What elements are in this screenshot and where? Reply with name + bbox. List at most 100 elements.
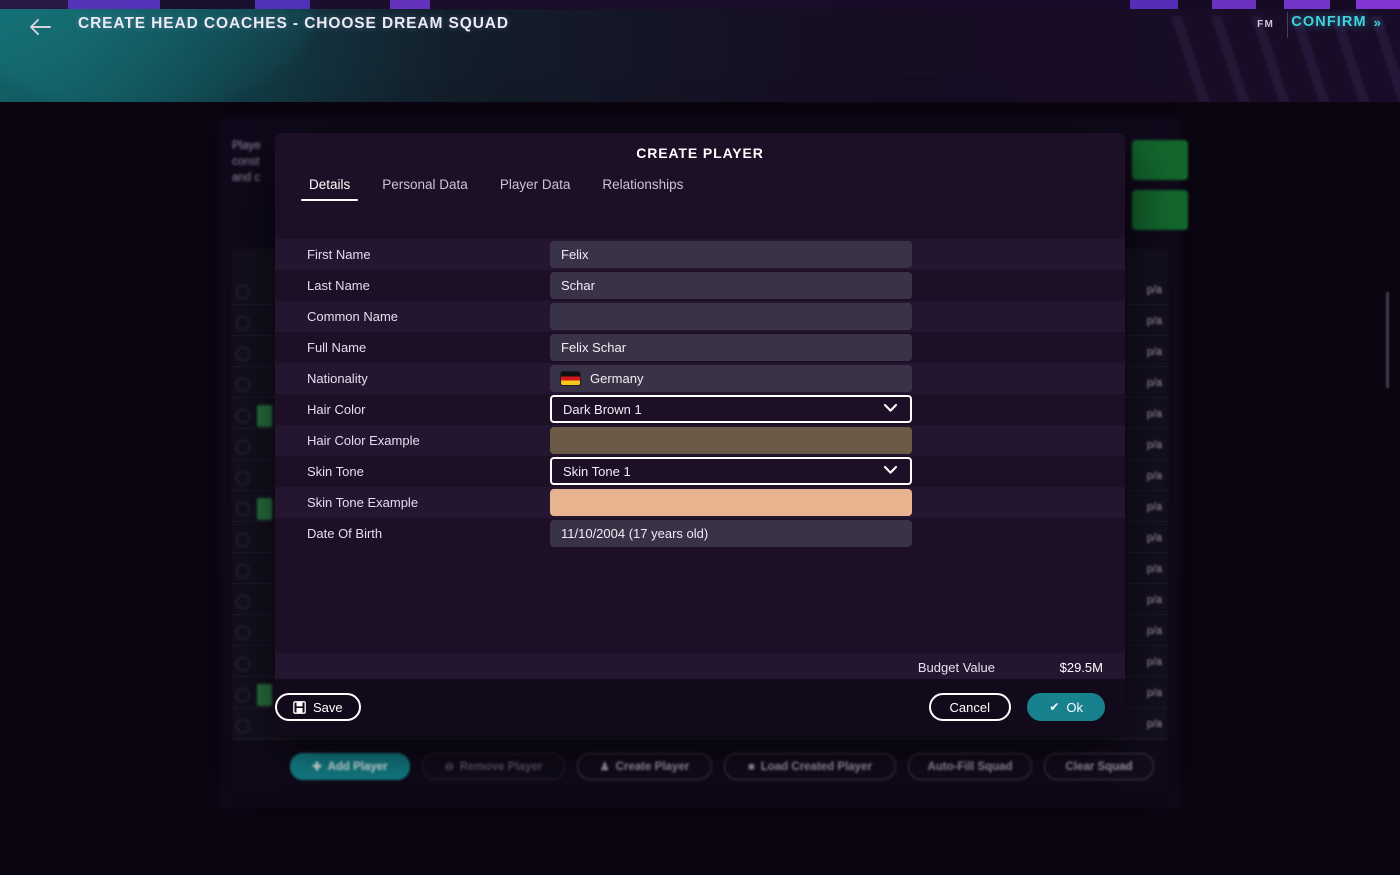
player-details-form: First Name Felix Last Name Schar Common Name… [275, 239, 1125, 549]
add-player-button[interactable]: ✚ Add Player [290, 753, 410, 780]
fm-logo: FM [1257, 19, 1274, 30]
form-row: Common Name [275, 301, 1125, 332]
row-status-icon [236, 719, 250, 733]
scrollbar-thumb[interactable] [1386, 292, 1389, 388]
table-cell-value: p/a [1146, 563, 1162, 575]
tab-player-data[interactable]: Player Data [484, 177, 587, 201]
minus-circle-icon: ⊖ [444, 761, 454, 773]
person-icon: ♟ [599, 761, 610, 773]
tab-label: Relationships [602, 177, 684, 192]
create-player-dialog: CREATE PLAYER Details Personal Data Player… [275, 133, 1125, 735]
germany-flag-icon [561, 372, 580, 385]
button-label: Clear Squad [1065, 760, 1133, 773]
dialog-tabs: Details Personal Data Player Data Relations… [275, 177, 1125, 209]
game-screen: CREATE HEAD COACHES - CHOOSE DREAM SQUAD… [0, 0, 1400, 875]
table-cell-value: p/a [1146, 346, 1162, 358]
field-value: Felix [561, 247, 589, 262]
table-cell-value: p/a [1146, 439, 1162, 451]
tab-label: Personal Data [382, 177, 468, 192]
budget-label: Budget Value [917, 659, 995, 675]
button-label: Remove Player [459, 760, 543, 773]
tab-label: Player Data [499, 177, 571, 192]
skin-tone-select[interactable]: Skin Tone 1 [550, 457, 912, 485]
auto-fill-squad-button[interactable]: Auto-Fill Squad [908, 753, 1032, 780]
hair-color-select[interactable]: Dark Brown 1 [550, 395, 912, 423]
save-label: Save [313, 699, 343, 715]
row-status-icon [236, 471, 250, 485]
load-created-player-button[interactable]: ■ Load Created Player [724, 753, 896, 780]
form-row: Hair Color Example [275, 425, 1125, 456]
check-icon: ✔ [1049, 700, 1060, 714]
nationality-field[interactable]: Germany [550, 365, 912, 392]
field-label: Skin Tone [307, 464, 364, 479]
budget-value: $29.5M [1059, 659, 1103, 675]
background-green-button [1132, 140, 1188, 180]
field-label: First Name [307, 247, 371, 262]
field-value: Germany [590, 371, 644, 386]
form-row: Skin Tone Example [275, 487, 1125, 518]
row-status-icon [236, 533, 250, 547]
banner-divider [1287, 12, 1288, 38]
date-of-birth-input[interactable]: 11/10/2004 (17 years old) [550, 520, 912, 547]
row-status-icon [236, 564, 250, 578]
dialog-title: CREATE PLAYER [636, 145, 764, 161]
hair-color-example-swatch [550, 427, 912, 454]
table-cell-value: p/a [1146, 656, 1162, 668]
save-button[interactable]: Save [275, 693, 361, 721]
row-status-icon [236, 688, 250, 702]
row-status-icon [236, 409, 250, 423]
remove-player-button[interactable]: ⊖ Remove Player [422, 753, 565, 780]
first-name-input[interactable]: Felix [550, 241, 912, 268]
chevron-down-icon [883, 465, 898, 477]
table-row-divider [232, 738, 1168, 739]
table-cell-value: p/a [1146, 532, 1162, 544]
common-name-input[interactable] [550, 303, 912, 330]
cancel-label: Cancel [949, 699, 990, 715]
table-cell-value: p/a [1146, 315, 1162, 327]
field-label: Hair Color [307, 402, 366, 417]
ok-button[interactable]: ✔ Ok [1027, 693, 1105, 721]
clear-squad-button[interactable]: Clear Squad [1044, 753, 1154, 780]
row-status-icon [236, 378, 250, 392]
button-label: Add Player [327, 760, 388, 773]
table-cell-value: p/a [1146, 501, 1162, 513]
row-status-icon [236, 502, 250, 516]
selected-value: Skin Tone 1 [563, 463, 631, 479]
last-name-input[interactable]: Schar [550, 272, 912, 299]
cancel-button[interactable]: Cancel [928, 693, 1011, 721]
table-cell-value: p/a [1146, 687, 1162, 699]
field-value: Felix Schar [561, 340, 627, 355]
field-label: Last Name [307, 278, 370, 293]
form-row: Skin Tone Skin Tone 1 [275, 456, 1125, 487]
row-status-icon [236, 595, 250, 609]
tab-personal-data[interactable]: Personal Data [366, 177, 484, 201]
folder-icon: ■ [748, 760, 755, 773]
ok-label: Ok [1066, 699, 1083, 715]
table-cell-value: p/a [1146, 377, 1162, 389]
row-status-icon [236, 285, 250, 299]
tab-label: Details [309, 177, 351, 192]
button-label: Load Created Player [760, 760, 872, 773]
tab-details[interactable]: Details [293, 177, 366, 201]
create-player-button[interactable]: ♟ Create Player [577, 753, 712, 780]
tab-relationships[interactable]: Relationships [586, 177, 699, 201]
table-cell-value: p/a [1146, 718, 1162, 730]
row-status-icon [236, 626, 250, 640]
form-row: Last Name Schar [275, 270, 1125, 301]
table-cell-value: p/a [1146, 625, 1162, 637]
chevron-right-icon: » [1373, 14, 1382, 30]
table-cell-value: p/a [1146, 284, 1162, 296]
arrow-left-icon[interactable] [20, 12, 60, 42]
field-label: Full Name [307, 340, 367, 355]
selected-value: Dark Brown 1 [563, 401, 642, 417]
confirm-button[interactable]: CONFIRM » [1291, 14, 1382, 30]
form-row: Date Of Birth 11/10/2004 (17 years old) [275, 518, 1125, 549]
button-label: Auto-Fill Squad [927, 760, 1013, 773]
row-status-icon [236, 657, 250, 671]
table-cell-value: p/a [1146, 408, 1162, 420]
row-status-icon [236, 440, 250, 454]
field-label: Nationality [307, 371, 368, 386]
top-banner: CREATE HEAD COACHES - CHOOSE DREAM SQUAD… [0, 0, 1400, 102]
plus-icon: ✚ [312, 761, 322, 773]
full-name-input[interactable]: Felix Schar [550, 334, 912, 361]
